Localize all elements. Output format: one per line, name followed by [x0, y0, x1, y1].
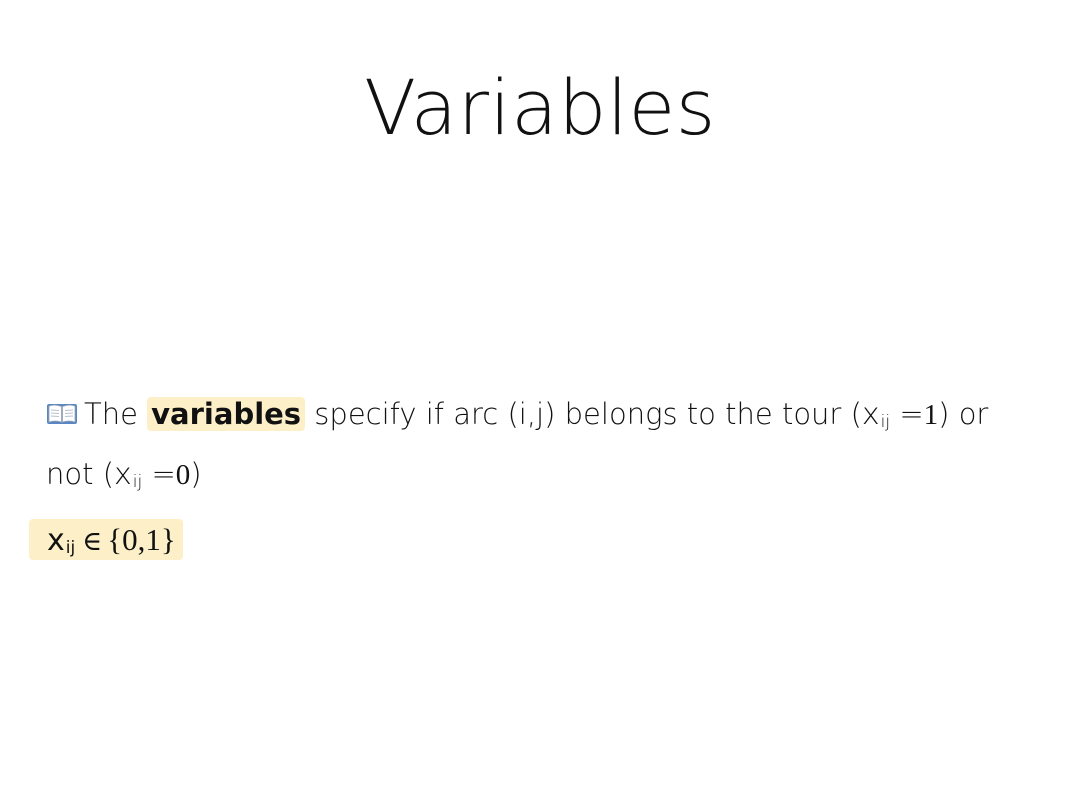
- statement-part-4: ): [190, 457, 202, 491]
- value-one: 1: [923, 399, 939, 431]
- variable-subscript-2: ij: [132, 472, 143, 492]
- variable-x-2: x: [114, 457, 132, 492]
- formula-variable-x: x: [47, 523, 65, 558]
- highlighted-term: variables: [147, 397, 306, 431]
- variable-x-1: x: [861, 397, 880, 432]
- formula-subscript: ij: [65, 538, 76, 558]
- arc-comma: ,: [526, 397, 537, 431]
- slide: Variables The variables specify if arc (…: [0, 0, 1080, 810]
- variable-subscript-1: ij: [880, 412, 891, 432]
- domain-formula: xij ∈ {0,1}: [29, 519, 183, 560]
- equals-sign-2: =: [151, 457, 176, 491]
- value-zero: 0: [175, 459, 191, 491]
- equals-sign-1: =: [899, 397, 924, 431]
- statement-paragraph: The variables specify if arc (i,j) belon…: [46, 388, 1036, 508]
- arc-index-j: j: [536, 397, 545, 431]
- slide-title: Variables: [364, 63, 716, 152]
- element-of-symbol: ∈: [82, 526, 103, 557]
- statement-part-1: specify if arc (: [314, 397, 519, 431]
- binary-set: {0,1}: [107, 522, 176, 557]
- open-book-icon: [46, 390, 78, 424]
- statement-prefix: The: [84, 397, 138, 431]
- arc-index-i: i: [518, 397, 527, 431]
- statement-part-2: ) belongs to the tour (: [544, 397, 862, 431]
